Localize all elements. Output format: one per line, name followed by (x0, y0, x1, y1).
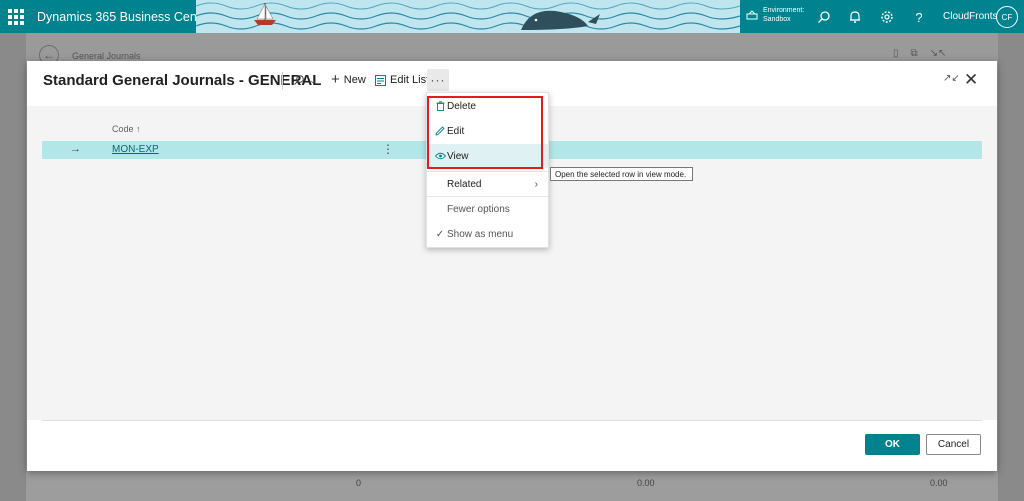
tooltip: Open the selected row in view mode. (550, 167, 693, 181)
cancel-button[interactable]: Cancel (926, 434, 981, 455)
row-code-link[interactable]: MON-EXP (112, 144, 159, 155)
checkmark-icon: ✓ (435, 228, 445, 240)
total-value: 0.00 (930, 478, 948, 488)
more-options-button[interactable]: ··· (427, 69, 449, 91)
total-value: 0 (356, 478, 362, 488)
avatar[interactable]: CF (996, 6, 1018, 28)
chevron-down-icon: ⌄ (309, 74, 317, 85)
search-icon (294, 75, 304, 85)
row-arrow-icon: → (70, 143, 81, 155)
search-button[interactable]: ⌄ (293, 74, 317, 86)
bookmark-icon[interactable]: ▯ (893, 48, 899, 59)
new-button[interactable]: + New (331, 71, 366, 88)
environment-value: Sandbox (763, 16, 791, 23)
ok-button[interactable]: OK (865, 434, 920, 455)
menu-item-show-as-menu[interactable]: ✓ Show as menu (427, 222, 548, 246)
close-icon[interactable]: ✕ (964, 70, 978, 90)
environment-indicator[interactable]: Environment: Sandbox (746, 6, 804, 24)
highlight-annotation (427, 96, 543, 169)
search-icon[interactable] (815, 8, 833, 26)
menu-item-label: Show as menu (447, 228, 514, 240)
new-button-label: New (343, 74, 366, 86)
menu-item-label: Related (447, 178, 482, 190)
company-name[interactable]: CloudFronts (943, 11, 997, 22)
footer-divider (42, 420, 982, 421)
total-value: 0.00 (637, 478, 655, 488)
dialog-title: Standard General Journals - GENERAL (43, 72, 322, 89)
environment-label: Environment: (763, 7, 805, 14)
chevron-right-icon: › (534, 178, 538, 190)
gear-icon[interactable] (878, 8, 896, 26)
row-actions-icon[interactable]: ⋮ (382, 142, 394, 156)
collapse-icon[interactable]: ↗↙ (943, 73, 960, 84)
plus-icon: + (331, 71, 340, 88)
background-page-title: General Journals (72, 51, 141, 61)
environment-icon (746, 10, 758, 20)
edit-list-icon (375, 74, 386, 86)
sort-ascending-icon: ↑ (136, 124, 141, 134)
edit-list-label: Edit List (390, 74, 430, 86)
app-top-bar: Dynamics 365 Business Central Environmen… (0, 0, 1024, 33)
app-launcher-icon[interactable] (8, 9, 24, 25)
menu-item-related[interactable]: Related › (427, 172, 548, 196)
app-title: Dynamics 365 Business Central (37, 10, 215, 24)
help-icon[interactable]: ? (910, 8, 928, 26)
background-totals-bar (26, 472, 998, 501)
menu-item-label: Fewer options (447, 203, 510, 215)
toolbar-divider (282, 72, 283, 90)
edit-list-button[interactable]: Edit List (375, 74, 429, 86)
banner-illustration (196, 0, 740, 33)
column-header-label: Code (112, 124, 134, 134)
background-page-actions: ▯ ⧉ ↘↖ (893, 48, 946, 59)
open-new-window-icon[interactable]: ⧉ (911, 48, 918, 59)
collapse-icon[interactable]: ↘↖ (930, 48, 947, 59)
bell-icon[interactable] (846, 8, 864, 26)
column-header-code[interactable]: Code ↑ (112, 124, 141, 134)
menu-item-fewer-options[interactable]: Fewer options (427, 197, 548, 221)
